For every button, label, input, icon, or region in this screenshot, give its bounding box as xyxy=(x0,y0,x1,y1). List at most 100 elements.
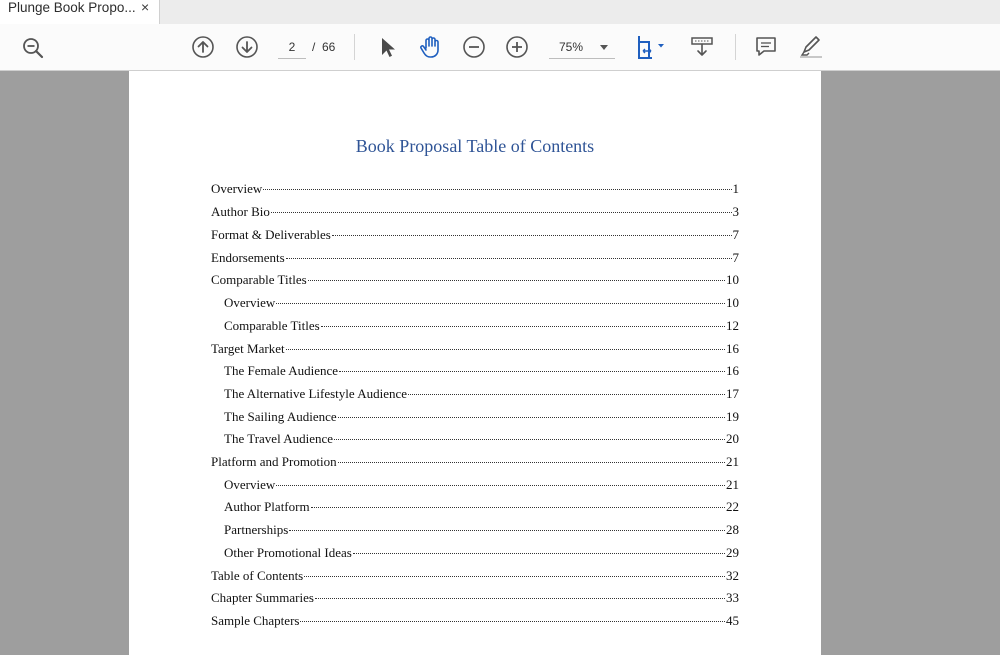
toc-leader-dots xyxy=(352,553,725,554)
toc-leader-dots xyxy=(314,598,725,599)
toc-entry-page: 12 xyxy=(726,318,739,333)
toc-entry-page: 16 xyxy=(726,363,739,378)
toc-entry[interactable]: Table of Contents 32 xyxy=(211,568,739,586)
toc-entry[interactable]: Comparable Titles 10 xyxy=(211,272,739,290)
zoom-out-icon[interactable] xyxy=(462,35,486,59)
page-fit-icon[interactable] xyxy=(636,34,670,60)
toc-entry-page: 45 xyxy=(726,613,739,628)
scrolling-mode-icon[interactable] xyxy=(690,35,714,59)
toc-entry[interactable]: Endorsements 7 xyxy=(211,250,739,268)
toc-entry-page: 20 xyxy=(726,431,739,446)
toc-entry[interactable]: Partnerships 28 xyxy=(224,522,739,540)
toc-leader-dots xyxy=(310,507,725,508)
toc-entry-page: 29 xyxy=(726,545,739,560)
toc-entry-label: The Sailing Audience xyxy=(224,409,337,424)
toolbar: 2 / 66 75% xyxy=(0,24,1000,71)
toc-entry-label: Overview xyxy=(224,295,276,310)
toc-entry-page: 19 xyxy=(726,409,739,424)
page-separator: / xyxy=(312,40,316,54)
toc-entry-page: 33 xyxy=(726,590,739,605)
zoom-select[interactable]: 75% xyxy=(549,36,615,59)
dropdown-caret-icon xyxy=(600,45,608,50)
toc-entry-page: 17 xyxy=(726,386,739,401)
next-page-icon[interactable] xyxy=(235,35,259,59)
toc-leader-dots xyxy=(263,189,732,190)
toc-leader-dots xyxy=(304,576,725,577)
comment-icon[interactable] xyxy=(754,35,778,59)
toc-entry-page: 3 xyxy=(732,204,740,219)
highlight-pen-icon[interactable] xyxy=(798,35,824,59)
toc-leader-dots xyxy=(339,371,725,372)
toc-entry[interactable]: Platform and Promotion 21 xyxy=(211,454,739,472)
tab-title: Plunge Book Propo... xyxy=(8,0,136,15)
toc-entry-label: The Alternative Lifestyle Audience xyxy=(224,386,408,401)
toc-entry[interactable]: The Female Audience 16 xyxy=(224,363,739,381)
toc-leader-dots xyxy=(289,530,725,531)
toc-entry-label: Chapter Summaries xyxy=(211,590,314,605)
document-page: Book Proposal Table of Contents Overview… xyxy=(129,71,821,655)
toc-entry-page: 28 xyxy=(726,522,739,537)
toc-leader-dots xyxy=(285,349,725,350)
toc-entry[interactable]: Author Platform 22 xyxy=(224,499,739,517)
toc-entry-label: Overview xyxy=(211,181,263,196)
toc-entry-page: 16 xyxy=(726,341,739,356)
toc-entry-page: 21 xyxy=(726,454,739,469)
toc-entry[interactable]: Chapter Summaries 33 xyxy=(211,590,739,608)
toc-entry[interactable]: Author Bio 3 xyxy=(211,204,739,222)
toc-entry[interactable]: Sample Chapters 45 xyxy=(211,613,739,631)
toolbar-divider xyxy=(735,34,736,60)
select-cursor-icon[interactable] xyxy=(378,36,398,60)
zoom-out-magnifier-icon[interactable] xyxy=(21,36,45,60)
toc-leader-dots xyxy=(276,303,725,304)
toc-entry-label: Table of Contents xyxy=(211,568,304,583)
toc-entry-label: Author Bio xyxy=(211,204,270,219)
toc-entry-label: Platform and Promotion xyxy=(211,454,337,469)
document-title: Book Proposal Table of Contents xyxy=(355,136,595,156)
toc-leader-dots xyxy=(337,417,725,418)
toc-entry-label: Format & Deliverables xyxy=(211,227,331,242)
toc-entry-label: The Travel Audience xyxy=(224,431,334,446)
toc-entry[interactable]: Other Promotional Ideas 29 xyxy=(224,545,739,563)
toc-leader-dots xyxy=(276,485,725,486)
toc-leader-dots xyxy=(300,621,725,622)
toc-entry[interactable]: The Travel Audience 20 xyxy=(224,431,739,449)
toc-entry[interactable]: Comparable Titles 12 xyxy=(224,318,739,336)
close-icon[interactable]: × xyxy=(141,0,149,15)
previous-page-icon[interactable] xyxy=(191,35,215,59)
toc-entry-label: Overview xyxy=(224,477,276,492)
toc-entry-page: 7 xyxy=(732,227,740,242)
toc-entry-page: 10 xyxy=(726,272,739,287)
page-number-input[interactable]: 2 xyxy=(278,36,306,59)
toc-entry-label: Partnerships xyxy=(224,522,289,537)
toc-leader-dots xyxy=(408,394,725,395)
document-tab[interactable]: Plunge Book Propo... × xyxy=(0,0,160,24)
toc-entry-page: 32 xyxy=(726,568,739,583)
toc-entry[interactable]: Overview 21 xyxy=(224,477,739,495)
toc-entry[interactable]: The Sailing Audience 19 xyxy=(224,409,739,427)
toc-leader-dots xyxy=(270,212,732,213)
tab-bar: Plunge Book Propo... × xyxy=(0,0,1000,25)
toc-entry-page: 1 xyxy=(732,181,740,196)
toc-leader-dots xyxy=(285,258,732,259)
toc-entry-label: Target Market xyxy=(211,341,285,356)
toc-entry-page: 21 xyxy=(726,477,739,492)
toc-entry-label: Comparable Titles xyxy=(211,272,307,287)
toc-entry[interactable]: Format & Deliverables 7 xyxy=(211,227,739,245)
zoom-value: 75% xyxy=(559,40,584,54)
toc-entry-label: Author Platform xyxy=(224,499,310,514)
toc-entry[interactable]: Target Market 16 xyxy=(211,341,739,359)
toc-leader-dots xyxy=(337,462,725,463)
toc-leader-dots xyxy=(320,326,725,327)
page-total: 66 xyxy=(322,40,336,54)
toc-entry-page: 7 xyxy=(732,250,740,265)
toc-entry-label: Comparable Titles xyxy=(224,318,320,333)
toc-entry[interactable]: Overview 10 xyxy=(224,295,739,313)
hand-tool-icon[interactable] xyxy=(418,34,444,60)
toc-entry[interactable]: The Alternative Lifestyle Audience 17 xyxy=(224,386,739,404)
toc-leader-dots xyxy=(334,439,725,440)
toc-entry-label: Other Promotional Ideas xyxy=(224,545,352,560)
toc-entry[interactable]: Overview 1 xyxy=(211,181,739,199)
zoom-in-icon[interactable] xyxy=(505,35,529,59)
toc-entry-page: 10 xyxy=(726,295,739,310)
toc-leader-dots xyxy=(307,280,725,281)
